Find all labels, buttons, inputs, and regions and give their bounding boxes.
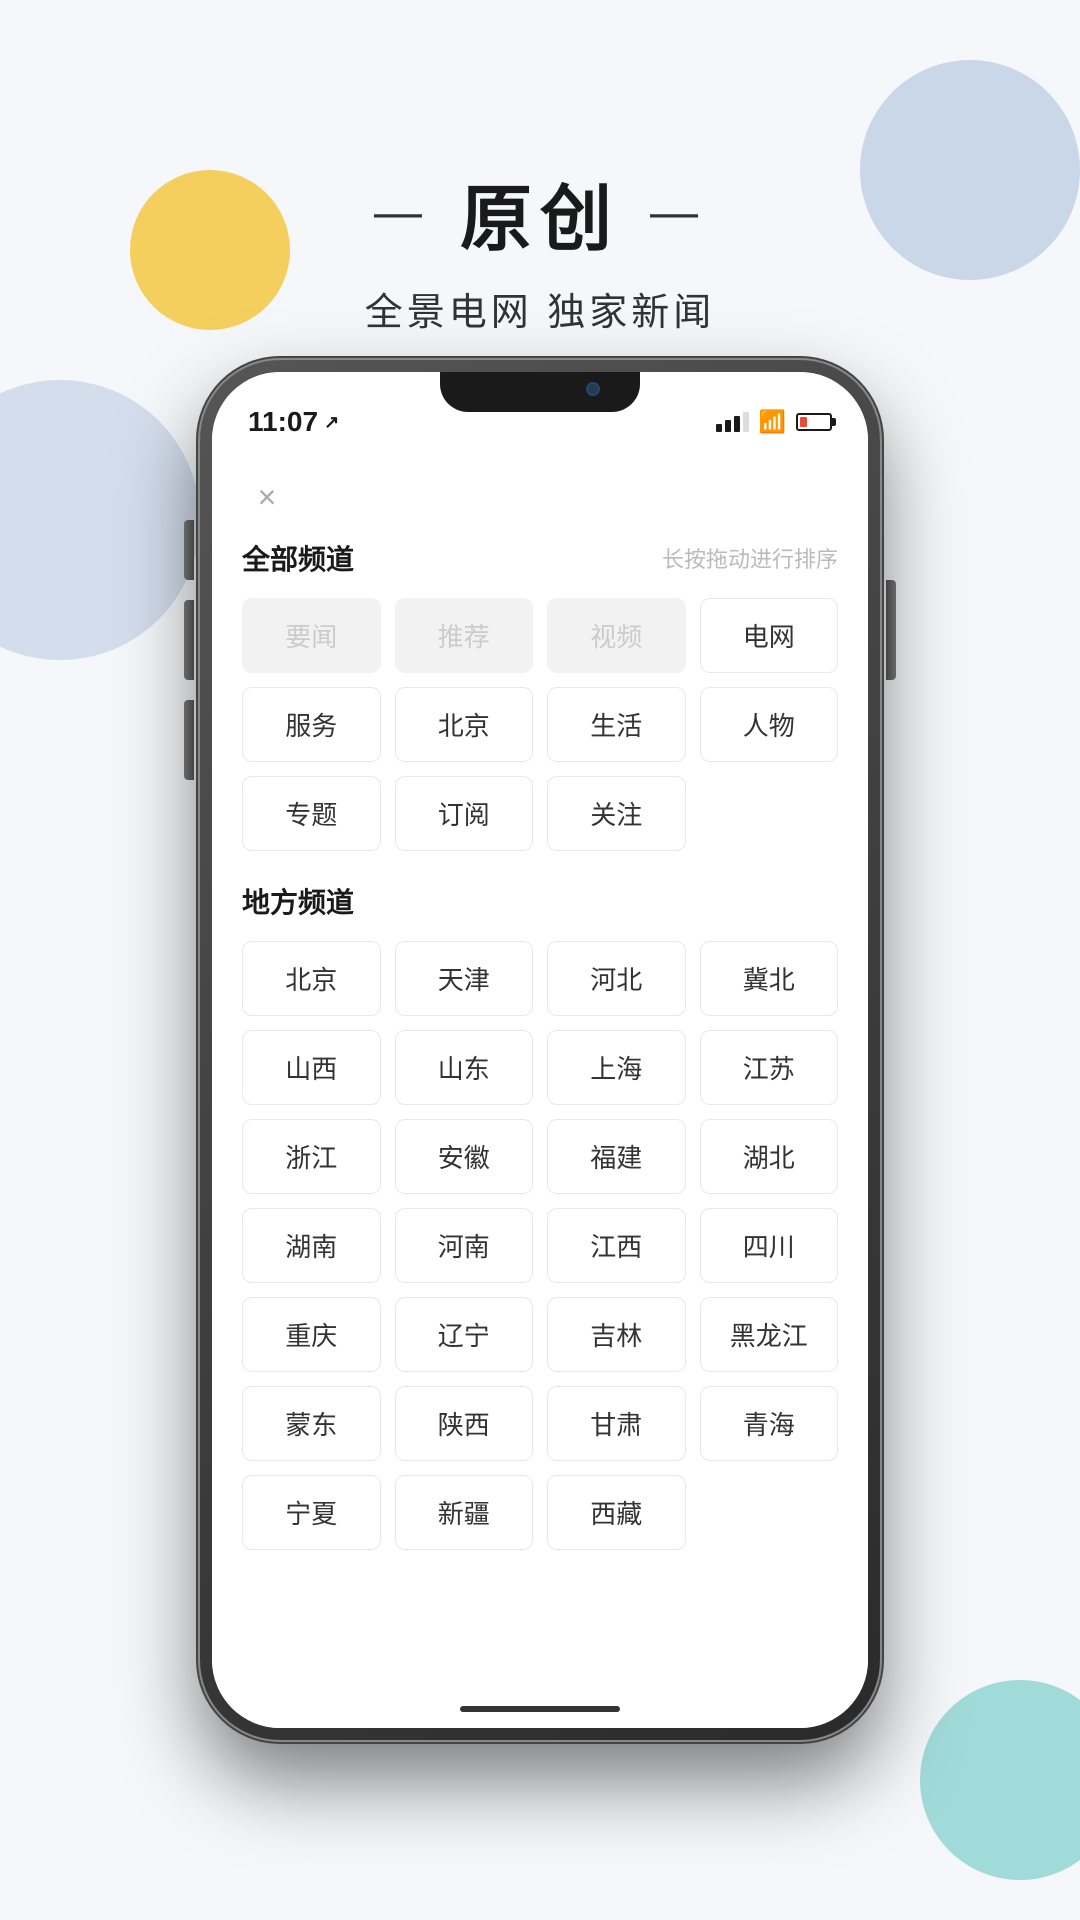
power-button — [886, 580, 896, 680]
channel-btn-shenghuo[interactable]: 生活 — [547, 687, 686, 762]
channel-btn-zhuanti[interactable]: 专题 — [242, 776, 381, 851]
regional-btn-xizang[interactable]: 西藏 — [547, 1475, 686, 1550]
regional-btn-jilin[interactable]: 吉林 — [547, 1297, 686, 1372]
time-display: 11:07 — [248, 406, 318, 438]
regional-section: 地方频道 北京 天津 河北 冀北 山西 山东 上海 江苏 浙江 安徽 福建 — [242, 881, 838, 1550]
regional-btn-hubei[interactable]: 湖北 — [700, 1119, 839, 1194]
regional-btn-mengdong[interactable]: 蒙东 — [242, 1386, 381, 1461]
volume-up-button — [184, 600, 194, 680]
channel-btn-tuijian[interactable]: 推荐 — [395, 598, 534, 673]
phone-screen: 11:07 ↗ 📶 — [212, 372, 868, 1728]
regional-btn-xinjiang[interactable]: 新疆 — [395, 1475, 534, 1550]
sort-hint: 长按拖动进行排序 — [662, 542, 838, 574]
channel-btn-shipin[interactable]: 视频 — [547, 598, 686, 673]
location-arrow-icon: ↗ — [324, 412, 339, 433]
channel-btn-dingyue[interactable]: 订阅 — [395, 776, 534, 851]
regional-header: 地方频道 — [242, 881, 838, 921]
regional-btn-jiangxi[interactable]: 江西 — [547, 1208, 686, 1283]
regional-btn-shanxi[interactable]: 山西 — [242, 1030, 381, 1105]
regional-btn-shandong[interactable]: 山东 — [395, 1030, 534, 1105]
close-button[interactable]: × — [242, 472, 292, 522]
battery-icon — [796, 413, 832, 431]
regional-btn-heilongjiang[interactable]: 黑龙江 — [700, 1297, 839, 1372]
volume-down-button — [184, 700, 194, 780]
title-text: 原创 — [460, 160, 620, 265]
phone-mockup: 11:07 ↗ 📶 — [200, 360, 880, 1740]
regional-btn-hebei[interactable]: 河北 — [547, 941, 686, 1016]
regional-btn-liaoning[interactable]: 辽宁 — [395, 1297, 534, 1372]
regional-btn-qinghai[interactable]: 青海 — [700, 1386, 839, 1461]
home-indicator — [460, 1706, 620, 1712]
regional-btn-henan[interactable]: 河南 — [395, 1208, 534, 1283]
status-time: 11:07 ↗ — [248, 406, 339, 438]
dash-right: — — [650, 185, 706, 240]
header-subtitle: 全景电网 独家新闻 — [0, 281, 1080, 336]
channel-btn-yaowhen[interactable]: 要闻 — [242, 598, 381, 673]
channel-grid: 要闻 推荐 视频 电网 服务 北京 生活 人物 专题 订阅 关注 — [242, 598, 838, 851]
regional-btn-tianjin[interactable]: 天津 — [395, 941, 534, 1016]
regional-btn-jibei[interactable]: 冀北 — [700, 941, 839, 1016]
regional-btn-fujian[interactable]: 福建 — [547, 1119, 686, 1194]
channel-btn-dianwang[interactable]: 电网 — [700, 598, 839, 673]
regional-btn-ningxia[interactable]: 宁夏 — [242, 1475, 381, 1550]
regional-btn-anhui[interactable]: 安徽 — [395, 1119, 534, 1194]
regional-btn-zhejiang[interactable]: 浙江 — [242, 1119, 381, 1194]
regional-btn-beijing[interactable]: 北京 — [242, 941, 381, 1016]
regional-btn-chongqing[interactable]: 重庆 — [242, 1297, 381, 1372]
front-camera — [586, 382, 600, 396]
regional-btn-gansu[interactable]: 甘肃 — [547, 1386, 686, 1461]
dash-left: — — [374, 185, 430, 240]
all-channels-header: 全部频道 长按拖动进行排序 — [242, 538, 838, 578]
app-content: × 全部频道 长按拖动进行排序 要闻 推荐 视频 电网 服务 北京 生活 人物 … — [212, 452, 868, 1728]
notch — [440, 372, 640, 412]
channel-btn-guanzhu[interactable]: 关注 — [547, 776, 686, 851]
channel-btn-fuwu[interactable]: 服务 — [242, 687, 381, 762]
phone-frame: 11:07 ↗ 📶 — [200, 360, 880, 1740]
regional-btn-jiangsu[interactable]: 江苏 — [700, 1030, 839, 1105]
regional-grid: 北京 天津 河北 冀北 山西 山东 上海 江苏 浙江 安徽 福建 湖北 湖南 河… — [242, 941, 838, 1550]
decorative-circle-blue-left — [0, 380, 200, 660]
close-icon: × — [258, 479, 277, 516]
wifi-icon: 📶 — [759, 409, 786, 435]
mute-button — [184, 520, 194, 580]
status-icons: 📶 — [716, 409, 832, 435]
signal-icon — [716, 412, 749, 432]
regional-btn-sichuan[interactable]: 四川 — [700, 1208, 839, 1283]
battery-fill — [800, 417, 807, 427]
all-channels-title: 全部频道 — [242, 538, 354, 578]
header-section: — 原创 — 全景电网 独家新闻 — [0, 160, 1080, 336]
regional-btn-shaanxi[interactable]: 陕西 — [395, 1386, 534, 1461]
channel-btn-beijing[interactable]: 北京 — [395, 687, 534, 762]
channel-btn-renwu[interactable]: 人物 — [700, 687, 839, 762]
decorative-circle-teal-bottom — [920, 1680, 1080, 1880]
header-title: — 原创 — — [0, 160, 1080, 265]
regional-btn-hunan[interactable]: 湖南 — [242, 1208, 381, 1283]
regional-title: 地方频道 — [242, 881, 354, 921]
regional-btn-shanghai[interactable]: 上海 — [547, 1030, 686, 1105]
